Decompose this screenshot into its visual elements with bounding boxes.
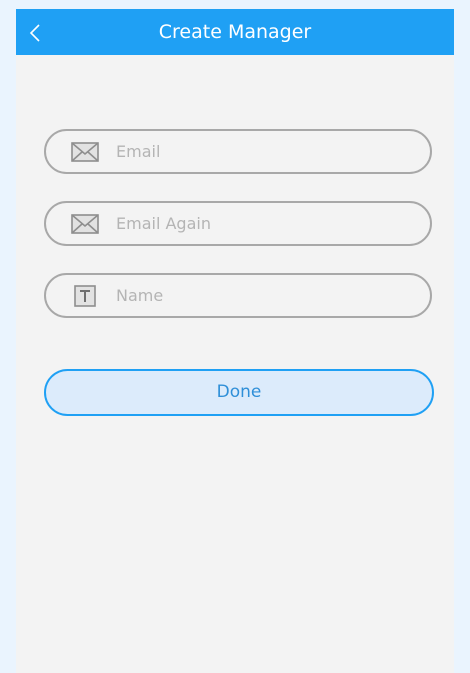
done-button[interactable]: Done bbox=[44, 369, 434, 416]
email-again-field[interactable] bbox=[44, 201, 432, 246]
email-field[interactable] bbox=[44, 129, 432, 174]
screen: Create Manager Done bbox=[16, 9, 454, 673]
email-input[interactable] bbox=[116, 131, 406, 172]
nav-bar: Create Manager bbox=[16, 9, 454, 55]
envelope-icon bbox=[71, 142, 99, 162]
envelope-icon bbox=[71, 214, 99, 234]
name-field[interactable] bbox=[44, 273, 432, 318]
name-input[interactable] bbox=[116, 275, 406, 316]
page-title: Create Manager bbox=[158, 21, 312, 43]
email-again-input[interactable] bbox=[116, 203, 406, 244]
text-icon bbox=[74, 285, 96, 307]
